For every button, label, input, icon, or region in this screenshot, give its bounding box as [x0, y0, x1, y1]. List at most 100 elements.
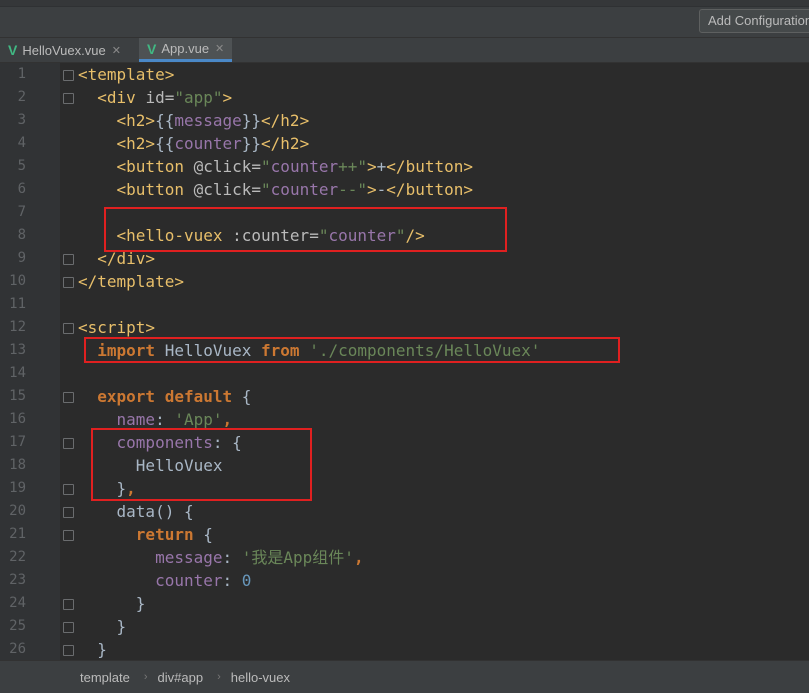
line-number: 12 — [9, 319, 26, 335]
line-number: 13 — [9, 342, 26, 358]
code-line[interactable]: 1 <template> — [0, 63, 809, 86]
code-token: <template> — [78, 65, 175, 84]
code-token: " — [261, 157, 271, 176]
code-token: </button> — [386, 180, 473, 199]
breadcrumb-item[interactable]: div#app — [158, 670, 204, 685]
highlight-box-component-usage — [104, 207, 507, 252]
code-token: name — [78, 410, 156, 429]
line-number: 16 — [9, 411, 26, 427]
breadcrumb-item[interactable]: template — [80, 670, 130, 685]
code-token: } — [78, 594, 146, 613]
code-token: message — [78, 548, 223, 567]
code-line[interactable]: 12 <script> — [0, 316, 809, 339]
close-icon[interactable]: ✕ — [112, 44, 121, 57]
line-number: 21 — [9, 526, 26, 542]
fold-marker-icon[interactable] — [63, 507, 74, 518]
tab-app[interactable]: V App.vue ✕ — [139, 38, 233, 62]
code-line[interactable]: 10 </template> — [0, 270, 809, 293]
code-line[interactable]: 23 counter: 0 — [0, 569, 809, 592]
editor-tab-bar: V HelloVuex.vue ✕ V App.vue ✕ — [0, 38, 809, 63]
code-token: > — [222, 88, 233, 107]
code-token: <h2> — [78, 111, 156, 130]
line-number: 8 — [17, 227, 26, 243]
code-token: + — [376, 157, 387, 176]
fold-marker-icon[interactable] — [63, 323, 74, 334]
code-token: > — [367, 157, 377, 176]
code-token: " — [261, 180, 271, 199]
line-number: 9 — [17, 250, 26, 266]
code-token: {{ — [155, 134, 175, 153]
fold-marker-icon[interactable] — [63, 254, 74, 265]
line-number: 22 — [9, 549, 26, 565]
code-token: {{ — [155, 111, 175, 130]
tab-label: HelloVuex.vue — [22, 42, 106, 58]
fold-marker-icon[interactable] — [63, 93, 74, 104]
line-number: 11 — [9, 296, 26, 312]
line-number: 20 — [9, 503, 26, 519]
code-line[interactable]: 3 <h2>{{message}}</h2> — [0, 109, 809, 132]
code-line[interactable]: 21 return { — [0, 523, 809, 546]
code-line[interactable]: 2 <div id="app"> — [0, 86, 809, 109]
code-token: () { — [155, 502, 194, 521]
fold-marker-icon[interactable] — [63, 530, 74, 541]
code-token: counter — [174, 134, 242, 153]
window-top-edge — [0, 0, 809, 7]
line-number: 23 — [9, 572, 26, 588]
fold-marker-icon[interactable] — [63, 599, 74, 610]
fold-marker-icon[interactable] — [63, 392, 74, 403]
code-token: <script> — [78, 318, 156, 337]
code-text: <template> — [78, 63, 174, 86]
highlight-box-components — [91, 428, 312, 501]
line-number: 14 — [9, 365, 26, 381]
tab-hellovuex[interactable]: V HelloVuex.vue ✕ — [8, 38, 121, 62]
code-line[interactable]: 22 message: '我是App组件', — [0, 546, 809, 569]
code-line[interactable]: 14 — [0, 362, 809, 385]
code-token: "app" — [174, 88, 223, 107]
code-token: : — [155, 410, 175, 429]
fold-marker-icon[interactable] — [63, 645, 74, 656]
code-line[interactable]: 11 — [0, 293, 809, 316]
code-line[interactable]: 15 export default { — [0, 385, 809, 408]
fold-marker-icon[interactable] — [63, 438, 74, 449]
code-line[interactable]: 24 } — [0, 592, 809, 615]
code-line[interactable]: 26 } — [0, 638, 809, 660]
fold-marker-icon[interactable] — [63, 484, 74, 495]
code-token: - — [376, 180, 387, 199]
code-token: <h2> — [78, 134, 156, 153]
add-configuration-button[interactable]: Add Configuration — [699, 9, 809, 33]
line-number: 5 — [17, 158, 26, 174]
code-text: <button @click="counter--">-</button> — [78, 178, 473, 201]
code-token: <div — [78, 88, 146, 107]
code-line[interactable]: 25 } — [0, 615, 809, 638]
code-token: }} — [241, 134, 262, 153]
code-token: , — [222, 410, 233, 429]
code-token: data — [78, 502, 156, 521]
tab-label: App.vue — [161, 41, 210, 56]
breadcrumb-item[interactable]: hello-vuex — [231, 670, 290, 685]
code-token: export default — [78, 387, 242, 406]
code-text: <div id="app"> — [78, 86, 232, 109]
code-token: counter — [78, 571, 223, 590]
line-number: 25 — [9, 618, 26, 634]
code-token: : — [222, 548, 242, 567]
line-number: 26 — [9, 641, 26, 657]
line-number: 24 — [9, 595, 26, 611]
code-line[interactable]: 5 <button @click="counter++">+</button> — [0, 155, 809, 178]
highlight-box-import — [84, 337, 620, 363]
code-token: ++" — [338, 157, 368, 176]
code-line[interactable]: 4 <h2>{{counter}}</h2> — [0, 132, 809, 155]
line-number: 2 — [17, 89, 26, 105]
code-text: <h2>{{counter}}</h2> — [78, 132, 310, 155]
fold-marker-icon[interactable] — [63, 277, 74, 288]
fold-marker-icon[interactable] — [63, 70, 74, 81]
code-line[interactable]: 20 data() { — [0, 500, 809, 523]
fold-marker-icon[interactable] — [63, 622, 74, 633]
code-text: <script> — [78, 316, 155, 339]
close-icon[interactable]: ✕ — [215, 42, 224, 55]
line-number: 3 — [17, 112, 26, 128]
code-text: export default { — [78, 385, 251, 408]
code-line[interactable]: 6 <button @click="counter--">-</button> — [0, 178, 809, 201]
line-number: 1 — [17, 66, 26, 82]
code-token: counter — [270, 157, 339, 176]
line-number: 15 — [9, 388, 26, 404]
